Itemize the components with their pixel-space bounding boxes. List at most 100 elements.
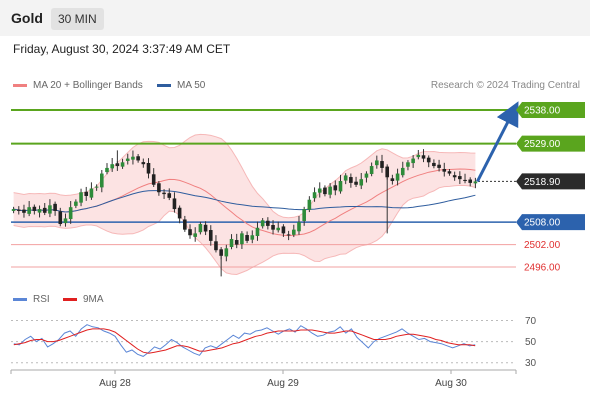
candle-body	[151, 174, 156, 185]
candle-body	[84, 191, 89, 196]
candle-body	[307, 199, 312, 210]
candle-body	[447, 171, 452, 174]
candle-body	[16, 209, 21, 211]
candle	[89, 182, 94, 200]
candle-body	[297, 222, 301, 232]
candle-body	[94, 186, 99, 188]
candle-body	[411, 158, 415, 164]
support-label: 2508.00	[524, 218, 561, 229]
candle-body	[32, 206, 37, 211]
candle-body	[271, 225, 275, 230]
candle-body	[27, 207, 31, 214]
candle-body	[22, 209, 26, 213]
candle-body	[395, 173, 400, 181]
rsi-tick-label: 70	[525, 316, 537, 327]
candle-body	[214, 241, 218, 251]
candle	[307, 196, 312, 213]
candle-body	[234, 240, 239, 245]
candle-body	[240, 233, 244, 245]
candle-body	[193, 233, 198, 237]
candle-body	[100, 173, 104, 188]
candle-body	[385, 166, 389, 178]
candle-body	[276, 227, 281, 231]
candle-body	[406, 162, 410, 167]
rsi-tick-label: 30	[525, 358, 537, 369]
minor-support-label: 2502.00	[524, 240, 561, 251]
candle-body	[208, 230, 213, 241]
rsi-tick-label: 50	[525, 337, 537, 348]
candle-body	[74, 201, 78, 206]
candle-body	[328, 186, 332, 195]
candle-body	[302, 209, 306, 221]
x-tick-label: Aug 28	[99, 378, 131, 389]
candle-body	[131, 156, 135, 160]
candle-body	[354, 181, 358, 185]
candle-body	[229, 238, 234, 247]
resistance-label: 2538.00	[524, 105, 561, 116]
candle-body	[48, 205, 52, 214]
candle-body	[172, 198, 177, 210]
candle-body	[380, 161, 384, 168]
candle-body	[266, 220, 270, 226]
candle-body	[359, 179, 364, 186]
resistance-label: 2529.00	[524, 139, 561, 150]
candle-body	[432, 162, 436, 167]
candle-body	[58, 211, 63, 225]
candle-body	[89, 188, 94, 198]
candle-body	[53, 203, 57, 211]
candle-body	[437, 164, 441, 168]
candle-body	[333, 185, 338, 191]
candle-body	[426, 157, 431, 163]
candle-body	[255, 227, 260, 236]
candle-body	[390, 178, 395, 182]
candle-body	[105, 167, 109, 173]
candle-body	[157, 183, 161, 193]
candle-body	[188, 229, 192, 236]
candle-body	[369, 166, 374, 174]
candle-body	[473, 181, 478, 184]
current-price-label: 2518.90	[524, 177, 561, 188]
minor-support-label: 2496.00	[524, 263, 561, 274]
candle	[385, 164, 389, 180]
candle-body	[338, 181, 343, 192]
candle-body	[162, 192, 166, 195]
candle-body	[260, 220, 265, 227]
forecast-arrow	[476, 101, 519, 183]
candle-body	[343, 175, 348, 181]
candle-body	[291, 229, 296, 235]
candle-body	[312, 192, 317, 199]
candle-body	[63, 218, 68, 224]
candle-body	[120, 162, 125, 167]
candle-body	[203, 224, 208, 232]
candle-body	[245, 235, 249, 241]
candle-body	[141, 162, 146, 165]
candle-body	[224, 248, 229, 257]
x-tick-label: Aug 29	[267, 378, 299, 389]
candle-body	[68, 207, 73, 220]
candle-body	[219, 249, 223, 256]
candle-body	[317, 188, 322, 193]
candle-body	[11, 209, 16, 211]
candle-body	[183, 219, 187, 230]
candle-body	[400, 167, 405, 176]
candle-body	[110, 164, 114, 169]
candle-body	[281, 226, 286, 234]
candle-body	[146, 162, 151, 174]
candle-body	[452, 175, 457, 178]
candle	[177, 205, 182, 224]
candle-body	[125, 158, 130, 161]
candle-body	[250, 235, 255, 240]
x-tick-label: Aug 30	[435, 378, 467, 389]
candle-body	[468, 179, 473, 183]
candle-body	[136, 156, 140, 161]
candle-body	[442, 168, 447, 172]
candle-body	[79, 192, 83, 203]
candle-body	[375, 160, 379, 166]
bollinger-band-fill	[13, 134, 476, 275]
candle-body	[416, 154, 421, 158]
candle-body	[198, 224, 203, 233]
candle-body	[421, 155, 426, 159]
candle-body	[463, 179, 467, 182]
rsi-ma-line	[13, 328, 476, 354]
candle-body	[286, 234, 291, 236]
